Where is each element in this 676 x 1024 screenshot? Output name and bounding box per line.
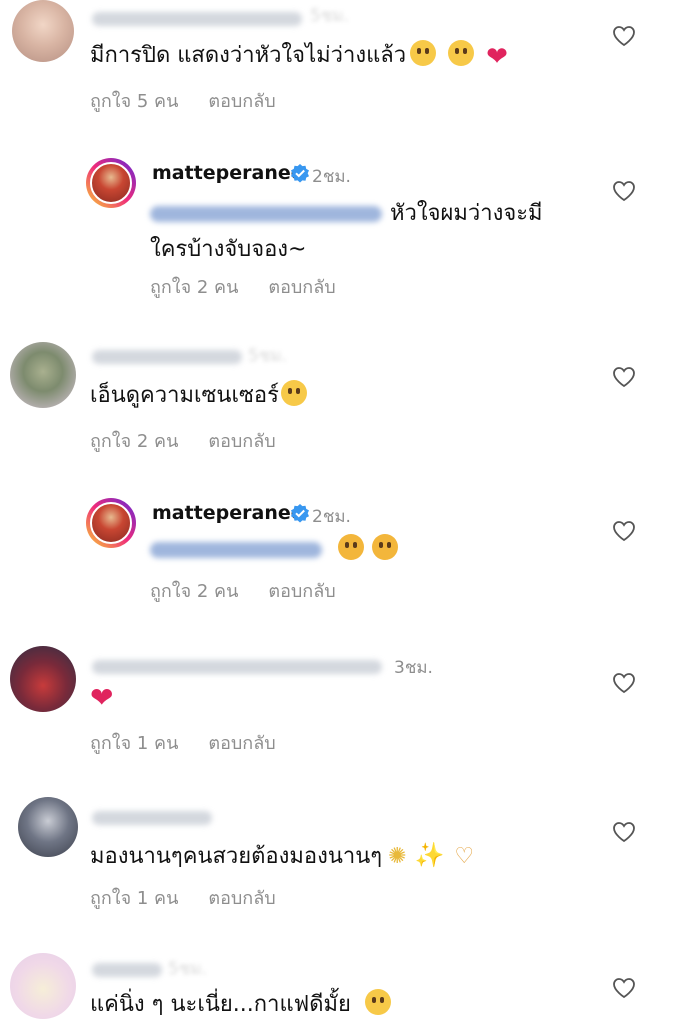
hand-over-mouth-emoji — [338, 534, 364, 560]
comment-text: แค่นิ่ง ๆ นะเนี่ย...กาแฟดีมั้ย — [90, 987, 391, 1023]
verified-badge-icon — [291, 164, 309, 183]
comment-meta: ถูกใจ 2 คน ตอบกลับ — [150, 576, 366, 605]
comment-time: 3ชม. — [394, 658, 433, 678]
comment-meta: ถูกใจ 1 คน ตอบกลับ — [90, 728, 306, 757]
comment-item: matteperanee 2ชม. ถูกใจ 2 คน ตอบกลับ — [0, 490, 676, 610]
crying-face-emoji — [448, 40, 475, 66]
laughing-tears-emoji — [280, 380, 307, 406]
username-blurred[interactable] — [92, 963, 162, 977]
likes-count[interactable]: ถูกใจ 2 คน — [90, 431, 178, 452]
likes-count[interactable]: ถูกใจ 5 คน — [90, 91, 178, 112]
avatar[interactable] — [90, 502, 132, 544]
comment-text: ❤ — [90, 680, 113, 719]
username[interactable]: matteperanee — [152, 502, 304, 524]
comment-item: 5ชม. เอ็นดูความเซนเซอร์ ถูกใจ 2 คน ตอบกลั… — [0, 338, 676, 468]
comment-time: 2ชม. — [312, 507, 351, 527]
heart-outline-icon[interactable] — [612, 366, 636, 388]
heart-outline-icon[interactable] — [612, 821, 636, 843]
comment-time: 5ชม. — [248, 346, 287, 366]
heart-outline-icon[interactable] — [612, 25, 636, 47]
heart-outline-icon[interactable] — [612, 520, 636, 542]
heart-hands-emoji: ♡ — [454, 844, 475, 869]
comment-meta: ถูกใจ 5 คน ตอบกลับ — [90, 86, 306, 115]
username-blurred[interactable] — [92, 660, 382, 674]
avatar[interactable] — [10, 342, 76, 408]
dizzy-emoji: ✺ — [388, 844, 407, 869]
comment-item: 5ชม. แค่นิ่ง ๆ นะเนี่ย...กาแฟดีมั้ย — [0, 945, 676, 1024]
heart-outline-icon[interactable] — [612, 977, 636, 999]
comment-text: มีการปิด แสดงว่าหัวใจไม่ว่างแล้ว ❤ — [90, 40, 508, 72]
likes-count[interactable]: ถูกใจ 1 คน — [90, 733, 178, 754]
reply-button[interactable]: ตอบกลับ — [208, 431, 275, 452]
reply-button[interactable]: ตอบกลับ — [208, 888, 275, 909]
grinning-emoji — [364, 989, 391, 1015]
verified-badge-icon — [291, 504, 309, 523]
reply-button[interactable]: ตอบกลับ — [268, 581, 335, 602]
heart-outline-icon[interactable] — [612, 180, 636, 202]
comment-text — [150, 532, 398, 568]
likes-count[interactable]: ถูกใจ 2 คน — [150, 277, 238, 298]
heart-outline-icon[interactable] — [612, 672, 636, 694]
comment-meta: ถูกใจ 2 คน ตอบกลับ — [90, 426, 306, 455]
mention-blurred[interactable] — [150, 206, 382, 222]
username-blurred[interactable] — [92, 12, 302, 26]
comment-item: มองนานๆคนสวยต้องมองนานๆ ✺ ✨ ♡ ถูกใจ 1 คน ตอบ… — [0, 795, 676, 925]
comment-item: 3ชม. ❤ ถูกใจ 1 คน ตอบกลับ — [0, 640, 676, 770]
comment-text-line2: ใครบ้างจับจอง~ — [150, 237, 307, 262]
mention-blurred[interactable] — [150, 542, 322, 558]
comment-time: 2ชม. — [312, 167, 351, 187]
comment-time: 5ชม. — [310, 6, 349, 26]
reply-button[interactable]: ตอบกลับ — [208, 733, 275, 754]
username[interactable]: matteperanee — [152, 162, 304, 184]
hand-over-mouth-emoji — [372, 534, 398, 560]
comment-item: matteperanee 2ชม. หัวใจผมว่างจะมี ใครบ้า… — [0, 150, 676, 310]
username-blurred[interactable] — [92, 811, 212, 825]
comment-text: เอ็นดูความเซนเซอร์ — [90, 378, 307, 414]
sparkles-emoji: ✨ — [414, 841, 445, 869]
likes-count[interactable]: ถูกใจ 1 คน — [90, 888, 178, 909]
avatar[interactable] — [18, 797, 78, 857]
reply-button[interactable]: ตอบกลับ — [208, 91, 275, 112]
avatar[interactable] — [10, 953, 76, 1019]
red-heart-emoji: ❤ — [90, 681, 114, 714]
avatar[interactable] — [10, 646, 76, 712]
avatar[interactable] — [12, 0, 74, 62]
pleading-face-emoji — [410, 40, 437, 66]
red-heart-emoji: ❤ — [486, 42, 508, 72]
avatar[interactable] — [90, 162, 132, 204]
username-blurred[interactable] — [92, 350, 242, 364]
comment-meta: ถูกใจ 2 คน ตอบกลับ — [150, 272, 366, 301]
comment-text: หัวใจผมว่างจะมี — [150, 196, 543, 232]
comment-text: มองนานๆคนสวยต้องมองนานๆ ✺ ✨ ♡ — [90, 841, 475, 869]
reply-button[interactable]: ตอบกลับ — [268, 277, 335, 298]
comment-meta: ถูกใจ 1 คน ตอบกลับ — [90, 883, 306, 912]
likes-count[interactable]: ถูกใจ 2 คน — [150, 581, 238, 602]
comment-time: 5ชม. — [168, 959, 207, 979]
comment-item: 5ชม. มีการปิด แสดงว่าหัวใจไม่ว่างแล้ว ❤ ถ… — [0, 0, 676, 130]
